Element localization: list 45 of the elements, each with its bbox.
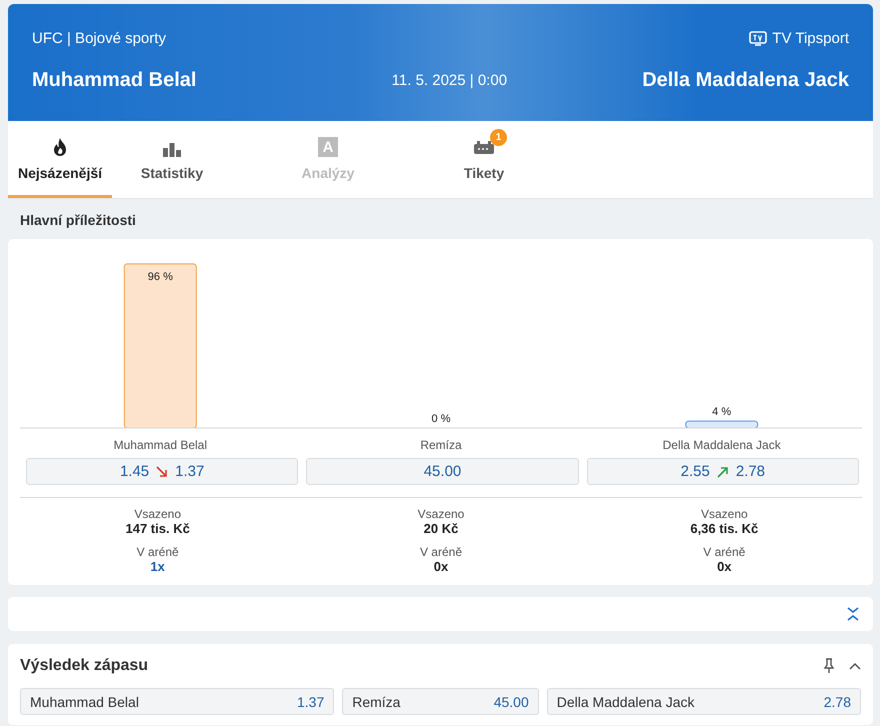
tv-link[interactable]: TV Tipsport <box>749 30 849 47</box>
event-datetime: 11. 5. 2025 | 0:00 <box>392 72 508 89</box>
bar-value-label: 0 % <box>432 413 450 425</box>
bar-value-label: 4 % <box>712 406 732 418</box>
odds-button[interactable]: 2.55 2.78 <box>586 458 859 485</box>
bet-option[interactable]: Remíza 45.00 <box>342 688 539 715</box>
letter-icon: A <box>318 137 338 157</box>
tab[interactable]: Nejsázenější <box>8 121 112 198</box>
stat-value: 0x <box>434 559 448 574</box>
stat-label: Vsazeno <box>134 507 182 521</box>
section-title: Hlavní příležitosti <box>19 211 137 230</box>
stat-value: 1x <box>150 559 165 574</box>
stat-label: V aréně <box>420 545 462 559</box>
stat-value: 6,36 tis. Kč <box>690 521 758 536</box>
stat-label: Vsazeno <box>700 507 748 521</box>
double-chevron-icon[interactable] <box>847 606 859 622</box>
notification-badge: 1 <box>490 129 507 146</box>
stat-value: 147 tis. Kč <box>126 521 190 536</box>
bet-option[interactable]: Della Maddalena Jack 2.78 <box>546 688 861 715</box>
event-category: UFC | Bojové sporty <box>32 30 166 47</box>
stat-label: V aréně <box>136 545 179 559</box>
market-title: Výsledek zápasu <box>20 657 148 675</box>
tv-icon <box>749 30 768 46</box>
outcome-name: Muhammad Belal <box>114 438 208 452</box>
bar-chart-icon <box>162 141 182 157</box>
away-team: Della Maddalena Jack <box>642 69 849 92</box>
chevron-icon[interactable] <box>849 662 861 670</box>
tab[interactable]: 1 Tikety <box>432 121 536 198</box>
odds-button[interactable]: 1.45 1.37 <box>26 458 298 485</box>
outcome-name: Remíza <box>420 438 462 452</box>
flame-icon <box>52 137 68 157</box>
arrow-up-icon <box>716 464 730 478</box>
ticket-icon <box>473 139 495 157</box>
stat-value: 0x <box>717 559 732 574</box>
stat-value: 20 Kč <box>424 521 458 536</box>
bar-value-label: 96 % <box>148 270 173 283</box>
stat-label: Vsazeno <box>418 507 464 521</box>
bet-option[interactable]: Muhammad Belal 1.37 <box>20 688 334 715</box>
tab[interactable]: Statistiky <box>120 121 224 198</box>
arrow-down-icon <box>155 464 170 478</box>
outcome-name: Della Maddalena Jack <box>662 438 781 452</box>
odds-button[interactable]: 45.00 <box>306 458 579 485</box>
stat-label: V aréně <box>703 545 746 559</box>
pin-icon[interactable] <box>823 658 835 674</box>
home-team: Muhammad Belal <box>32 69 196 92</box>
